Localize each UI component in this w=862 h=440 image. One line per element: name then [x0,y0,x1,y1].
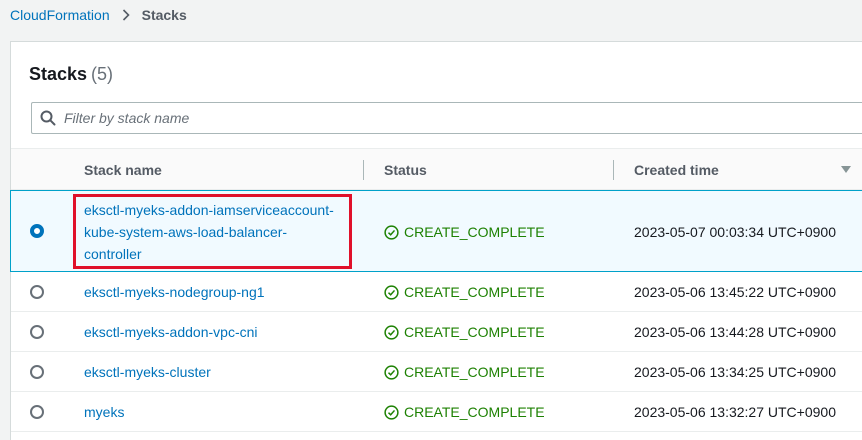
stack-name-line[interactable]: controller [84,243,334,265]
created-time: 2023-05-06 13:45:22 UTC+0900 [634,284,836,300]
page-title: Stacks (5) [29,64,113,85]
table-row[interactable]: eksctl-myeks-addon-vpc-cni CREATE_COMPLE… [11,312,862,352]
created-time: 2023-05-06 13:34:25 UTC+0900 [634,364,836,380]
column-divider[interactable] [613,160,614,180]
stack-name-link[interactable]: eksctl-myeks-nodegroup-ng1 [84,281,265,303]
stacks-table: Stack name Status Created time eksctl-my… [10,148,862,432]
status-badge: CREATE_COMPLETE [384,281,545,303]
stack-name-line[interactable]: eksctl-myeks-addon-iamserviceaccount- [84,199,334,221]
status-badge: CREATE_COMPLETE [384,321,545,343]
status-text: CREATE_COMPLETE [404,224,545,240]
search-box [31,102,862,134]
created-time: 2023-05-06 13:32:27 UTC+0900 [634,404,836,420]
column-header-status[interactable]: Status [384,149,427,191]
status-badge: CREATE_COMPLETE [384,361,545,383]
stack-name-link[interactable]: myeks [84,401,124,423]
row-select-radio[interactable] [30,365,44,379]
table-row[interactable]: eksctl-myeks-addon-iamserviceaccount- ku… [10,190,862,272]
check-circle-icon [384,404,399,420]
row-select-radio[interactable] [30,405,44,419]
stack-count: (5) [91,64,114,84]
table-row[interactable]: eksctl-myeks-nodegroup-ng1 CREATE_COMPLE… [11,272,862,312]
breadcrumb-cloudformation-link[interactable]: CloudFormation [10,7,110,23]
status-badge: CREATE_COMPLETE [384,401,545,423]
table-header: Stack name Status Created time [11,148,862,190]
caret-down-icon[interactable] [841,166,851,173]
search-icon [40,110,56,126]
column-header-created-time[interactable]: Created time [634,149,719,191]
stacks-panel: Stacks(5) Stack name Status Created time… [10,41,862,440]
status-text: CREATE_COMPLETE [404,404,545,420]
breadcrumb-current: Stacks [141,7,187,23]
table-row[interactable]: myeks CREATE_COMPLETE 2023-05-06 13:32:2… [11,392,862,432]
check-circle-icon [384,324,399,340]
column-header-stack-name[interactable]: Stack name [84,149,162,191]
check-circle-icon [384,284,399,300]
status-text: CREATE_COMPLETE [404,284,545,300]
row-select-radio[interactable] [30,224,44,238]
chevron-right-icon [122,9,130,21]
check-circle-icon [384,224,399,240]
status-badge: CREATE_COMPLETE [384,221,545,243]
stack-name-line[interactable]: kube-system-aws-load-balancer- [84,221,334,243]
stack-name-link[interactable]: eksctl-myeks-addon-iamserviceaccount- ku… [84,199,334,265]
created-time: 2023-05-07 00:03:34 UTC+0900 [634,224,836,240]
check-circle-icon [384,364,399,380]
column-divider[interactable] [363,160,364,180]
page-title-text: Stacks [29,64,88,84]
stack-name-link[interactable]: eksctl-myeks-cluster [84,361,211,383]
stack-name-link[interactable]: eksctl-myeks-addon-vpc-cni [84,321,258,343]
table-row[interactable]: eksctl-myeks-cluster CREATE_COMPLETE 202… [11,352,862,392]
search-input[interactable] [64,110,764,126]
breadcrumb: CloudFormation Stacks [10,5,187,25]
created-time: 2023-05-06 13:44:28 UTC+0900 [634,324,836,340]
status-text: CREATE_COMPLETE [404,364,545,380]
row-select-radio[interactable] [30,285,44,299]
row-select-radio[interactable] [30,325,44,339]
status-text: CREATE_COMPLETE [404,324,545,340]
